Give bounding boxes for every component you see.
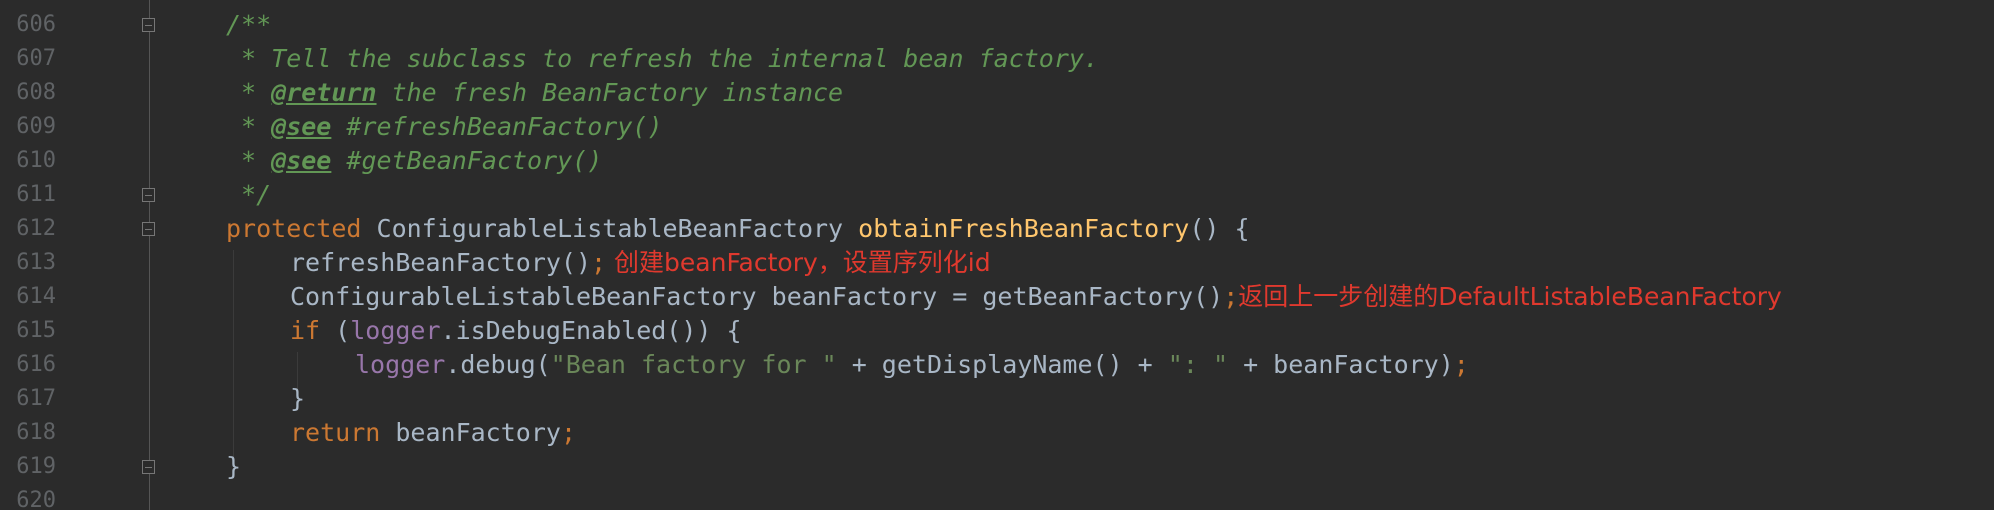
comment-text: *	[226, 78, 272, 107]
keyword-token: return	[290, 418, 381, 447]
code-content[interactable]: refreshBeanFactory(); 创建beanFactory，设置序列…	[290, 246, 991, 280]
comment-text: */	[226, 180, 272, 209]
semicolon: ;	[1453, 350, 1469, 379]
method-name: obtainFreshBeanFactory	[858, 214, 1190, 243]
code-token: + getDisplayName() +	[836, 350, 1168, 379]
code-token: ConfigurableListableBeanFactory	[361, 214, 859, 243]
semicolon: ;	[591, 248, 607, 277]
javadoc-tag: @see	[271, 146, 332, 175]
string-literal: ": "	[1167, 350, 1229, 379]
code-token: .isDebugEnabled()) {	[440, 316, 742, 345]
code-content[interactable]: ConfigurableListableBeanFactory beanFact…	[290, 280, 1782, 314]
annotation-note: 创建beanFactory，设置序列化id	[606, 248, 991, 277]
comment-text: * Tell the subclass to refresh the inter…	[226, 44, 1099, 73]
code-line[interactable]: 606 /**	[0, 8, 1994, 42]
comment-text: #getBeanFactory()	[331, 146, 603, 175]
code-line[interactable]: 609 * @see #refreshBeanFactory()	[0, 110, 1994, 144]
code-line[interactable]: 615 if (logger.isDebugEnabled()) {	[0, 314, 1994, 348]
comment-text: *	[226, 146, 272, 175]
javadoc-tag: @return	[271, 78, 377, 107]
line-number[interactable]: 609	[0, 110, 56, 144]
code-line[interactable]: 613 refreshBeanFactory(); 创建beanFactory，设…	[0, 246, 1994, 280]
line-number[interactable]: 618	[0, 416, 56, 450]
comment-text: *	[226, 112, 272, 141]
code-token: beanFactory	[380, 418, 561, 447]
line-number[interactable]: 616	[0, 348, 56, 382]
line-number[interactable]: 620	[0, 484, 56, 510]
code-token: + beanFactory)	[1228, 350, 1454, 379]
code-content[interactable]: * @see #getBeanFactory()	[226, 144, 602, 178]
field-reference: logger	[355, 350, 446, 379]
code-editor[interactable]: 606 /** 607 * Tell the subclass to refresh…	[0, 0, 1994, 510]
code-line[interactable]: 616 logger.debug("Bean factory for " + ge…	[0, 348, 1994, 382]
code-token: () {	[1189, 214, 1250, 243]
code-content[interactable]: */	[226, 178, 271, 212]
line-number[interactable]: 608	[0, 76, 56, 110]
line-number[interactable]: 607	[0, 42, 56, 76]
code-line[interactable]: 618 return beanFactory;	[0, 416, 1994, 450]
code-line[interactable]: 614 ConfigurableListableBeanFactory beanF…	[0, 280, 1994, 314]
comment-text: /**	[226, 10, 272, 39]
code-line[interactable]: 611 */	[0, 178, 1994, 212]
code-token: refreshBeanFactory()	[290, 248, 592, 277]
code-line[interactable]: 617}	[0, 382, 1994, 416]
code-line[interactable]: 619}	[0, 450, 1994, 484]
code-line[interactable]: 607 * Tell the subclass to refresh the i…	[0, 42, 1994, 76]
comment-text: #refreshBeanFactory()	[331, 112, 663, 141]
semicolon: ;	[1223, 282, 1239, 311]
code-line[interactable]: 608 * @return the fresh BeanFactory inst…	[0, 76, 1994, 110]
code-content[interactable]: return beanFactory;	[290, 416, 576, 450]
code-token: }	[226, 452, 242, 481]
annotation-note: 返回上一步创建的DefaultListableBeanFactory	[1238, 282, 1782, 311]
line-number[interactable]: 606	[0, 8, 56, 42]
code-content[interactable]: * @return the fresh BeanFactory instance	[226, 76, 843, 110]
code-content[interactable]: protected ConfigurableListableBeanFactor…	[226, 212, 1250, 246]
string-literal: "Bean factory for "	[550, 350, 837, 379]
comment-text: the fresh BeanFactory instance	[376, 78, 844, 107]
line-number[interactable]: 612	[0, 212, 56, 246]
code-content[interactable]: }	[226, 450, 241, 484]
code-line[interactable]: 612 protected ConfigurableListableBeanFac…	[0, 212, 1994, 246]
line-number[interactable]: 614	[0, 280, 56, 314]
line-number[interactable]: 617	[0, 382, 56, 416]
code-content[interactable]: * Tell the subclass to refresh the inter…	[226, 42, 1099, 76]
code-content[interactable]: }	[290, 382, 305, 416]
line-number[interactable]: 611	[0, 178, 56, 212]
code-token: }	[290, 384, 306, 413]
code-token: ConfigurableListableBeanFactory beanFact…	[290, 282, 1224, 311]
code-content[interactable]: logger.debug("Bean factory for " + getDi…	[355, 348, 1469, 382]
code-content[interactable]: * @see #refreshBeanFactory()	[226, 110, 663, 144]
code-line[interactable]: 610 * @see #getBeanFactory()	[0, 144, 1994, 178]
keyword-token: if	[290, 316, 321, 345]
line-number[interactable]: 615	[0, 314, 56, 348]
code-token: (	[320, 316, 351, 345]
code-token: .debug(	[445, 350, 551, 379]
code-line[interactable]: 620	[0, 484, 1994, 510]
code-content[interactable]: /**	[226, 8, 271, 42]
javadoc-tag: @see	[271, 112, 332, 141]
line-number[interactable]: 613	[0, 246, 56, 280]
field-reference: logger	[350, 316, 441, 345]
line-number[interactable]: 619	[0, 450, 56, 484]
keyword-token: protected	[226, 214, 362, 243]
semicolon: ;	[560, 418, 576, 447]
code-content[interactable]: if (logger.isDebugEnabled()) {	[290, 314, 742, 348]
line-number[interactable]: 610	[0, 144, 56, 178]
